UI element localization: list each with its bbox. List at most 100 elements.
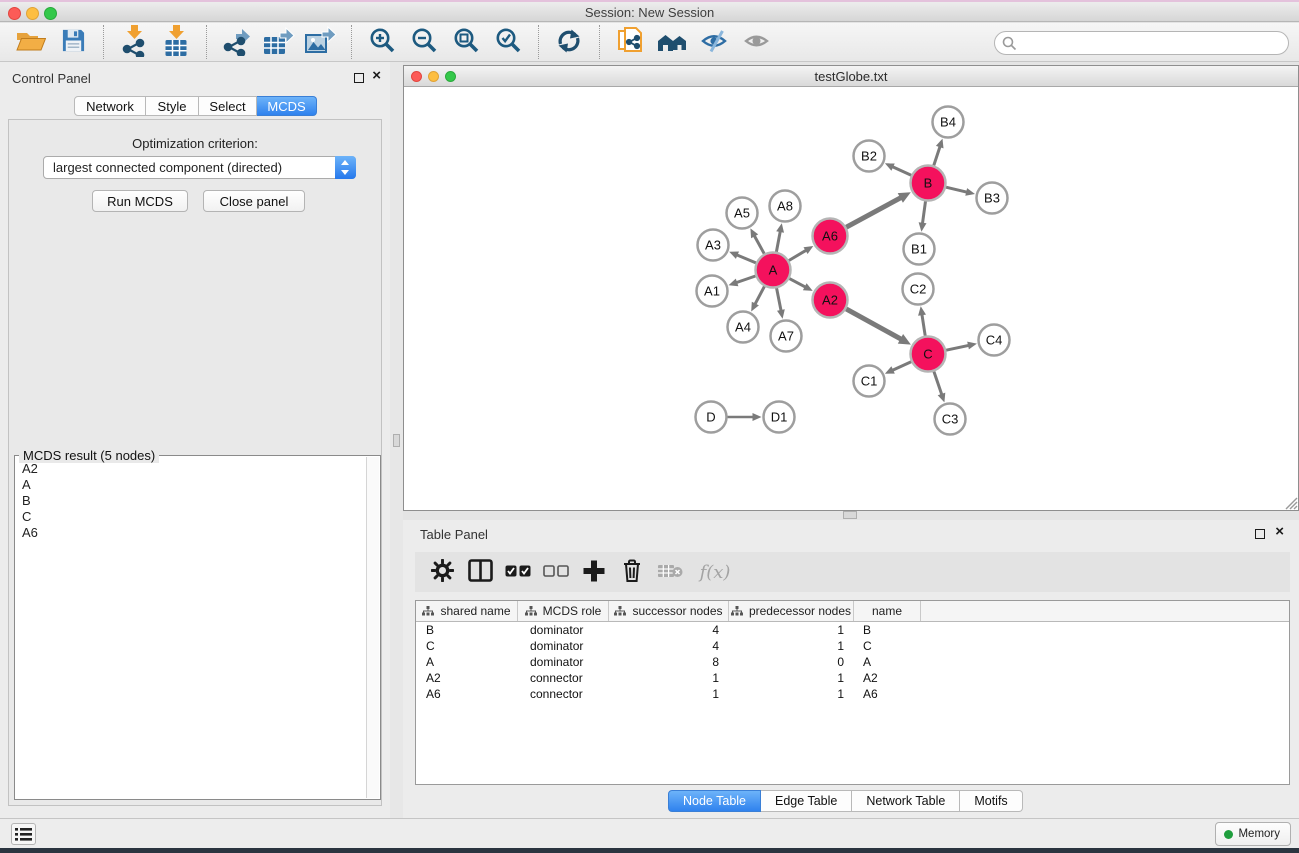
search-input[interactable] <box>1021 34 1280 52</box>
tab-mcds[interactable]: MCDS <box>257 96 317 116</box>
table-cell[interactable]: B <box>416 622 518 638</box>
memory-button[interactable]: Memory <box>1215 822 1291 846</box>
tab-edge-table[interactable]: Edge Table <box>761 790 852 812</box>
tab-network-table[interactable]: Network Table <box>852 790 960 812</box>
table-body: Bdominator41BCdominator41CAdominator80AA… <box>416 622 1289 702</box>
table-row[interactable]: A2connector11A2 <box>416 670 1289 686</box>
export-table-button[interactable] <box>258 25 300 59</box>
duplicate-network-button[interactable] <box>609 25 651 59</box>
edge-C-C4[interactable] <box>946 345 972 350</box>
home-button[interactable] <box>651 25 693 59</box>
table-cell[interactable]: A <box>416 654 518 670</box>
table-settings-button[interactable] <box>423 555 461 589</box>
result-scrollbar[interactable] <box>366 457 379 798</box>
delete-table-button[interactable] <box>651 555 689 589</box>
export-image-button[interactable] <box>300 25 342 59</box>
deselect-all-button[interactable] <box>537 555 575 589</box>
tab-network[interactable]: Network <box>74 96 146 116</box>
table-cell[interactable]: connector <box>518 670 609 686</box>
zoom-out-button[interactable] <box>403 25 445 59</box>
zoom-in-button[interactable] <box>361 25 403 59</box>
result-list-item[interactable]: A6 <box>16 525 365 541</box>
result-list-item[interactable]: C <box>16 509 365 525</box>
column-header-name[interactable]: name <box>854 601 921 621</box>
table-cell[interactable]: 1 <box>729 638 854 654</box>
table-cell[interactable]: C <box>854 638 921 654</box>
function-builder-button[interactable]: f(x) <box>689 555 741 589</box>
task-history-button[interactable] <box>11 823 36 845</box>
zoom-selected-button[interactable] <box>487 25 529 59</box>
network-canvas[interactable]: B4B2BB3A5A8A6A3B1AA1C2A2A4A7C4CC1DD1C3 <box>404 87 1298 510</box>
table-cell[interactable]: 1 <box>729 622 854 638</box>
table-cell[interactable]: 4 <box>609 622 729 638</box>
table-cell[interactable]: connector <box>518 686 609 702</box>
column-header-successor-nodes[interactable]: successor nodes <box>609 601 729 621</box>
export-network-button[interactable] <box>216 25 258 59</box>
tab-motifs[interactable]: Motifs <box>960 790 1022 812</box>
edge-arrowhead <box>965 188 975 196</box>
edge-C-C3[interactable] <box>934 372 943 398</box>
table-row[interactable]: A6connector11A6 <box>416 686 1289 702</box>
table-cell[interactable]: 0 <box>729 654 854 670</box>
column-header-shared-name[interactable]: shared name <box>416 601 518 621</box>
tab-node-table[interactable]: Node Table <box>668 790 761 812</box>
table-cell[interactable]: A2 <box>854 670 921 686</box>
table-cell[interactable]: A2 <box>416 670 518 686</box>
tab-style[interactable]: Style <box>146 96 199 116</box>
column-header-predecessor-nodes[interactable]: predecessor nodes <box>729 601 854 621</box>
table-cell[interactable]: A6 <box>416 686 518 702</box>
close-panel-icon[interactable]: × <box>372 67 381 85</box>
table-cell[interactable]: 8 <box>609 654 729 670</box>
close-panel-icon[interactable]: × <box>1275 523 1284 541</box>
select-all-button[interactable] <box>499 555 537 589</box>
criterion-dropdown[interactable]: largest connected component (directed) <box>43 156 356 179</box>
delete-column-button[interactable] <box>613 555 651 589</box>
edge-A6-B[interactable] <box>846 196 904 228</box>
table-row[interactable]: Bdominator41B <box>416 622 1289 638</box>
open-file-button[interactable] <box>10 25 52 59</box>
add-column-button[interactable] <box>575 555 613 589</box>
run-mcds-button[interactable]: Run MCDS <box>92 190 188 212</box>
table-cell[interactable]: C <box>416 638 518 654</box>
zoom-fit-button[interactable] <box>445 25 487 59</box>
tab-select[interactable]: Select <box>199 96 257 116</box>
hide-panels-button[interactable] <box>693 25 735 59</box>
table-cell[interactable]: 1 <box>729 686 854 702</box>
result-list-item[interactable]: A <box>16 477 365 493</box>
table-cell[interactable]: B <box>854 622 921 638</box>
column-header-mcds-role[interactable]: MCDS role <box>518 601 609 621</box>
edge-B-B3[interactable] <box>946 187 970 193</box>
window-resize-grip[interactable] <box>1282 494 1298 510</box>
table-cell[interactable]: 4 <box>609 638 729 654</box>
show-panels-button[interactable] <box>735 25 777 59</box>
float-panel-icon[interactable] <box>1255 529 1265 539</box>
edge-B-B1[interactable] <box>922 201 925 226</box>
table-row[interactable]: Cdominator41C <box>416 638 1289 654</box>
import-network-button[interactable] <box>113 25 155 59</box>
float-panel-icon[interactable] <box>354 73 364 83</box>
table-cell[interactable]: 1 <box>729 670 854 686</box>
table-row[interactable]: Adominator80A <box>416 654 1289 670</box>
table-cell[interactable]: 1 <box>609 670 729 686</box>
table-cell[interactable]: dominator <box>518 622 609 638</box>
horizontal-splitter-grip[interactable] <box>843 511 857 519</box>
table-cell[interactable]: 1 <box>609 686 729 702</box>
delete-table-icon <box>657 563 683 582</box>
result-list-item[interactable]: B <box>16 493 365 509</box>
edge-C-C2[interactable] <box>922 312 926 336</box>
panel-splitter[interactable] <box>390 62 403 818</box>
table-cell[interactable]: A6 <box>854 686 921 702</box>
import-table-button[interactable] <box>155 25 197 59</box>
close-panel-button[interactable]: Close panel <box>203 190 305 212</box>
table-cell[interactable]: A <box>854 654 921 670</box>
result-list-item[interactable]: A2 <box>16 461 365 477</box>
table-cell[interactable]: dominator <box>518 638 609 654</box>
column-visibility-button[interactable] <box>461 555 499 589</box>
network-window-titlebar[interactable]: testGlobe.txt <box>404 66 1298 87</box>
refresh-layout-button[interactable] <box>548 25 590 59</box>
edge-A2-C[interactable] <box>846 309 904 341</box>
splitter-grip[interactable] <box>393 434 400 447</box>
table-cell[interactable]: dominator <box>518 654 609 670</box>
edge-A-A7[interactable] <box>777 288 782 313</box>
save-session-button[interactable] <box>52 25 94 59</box>
